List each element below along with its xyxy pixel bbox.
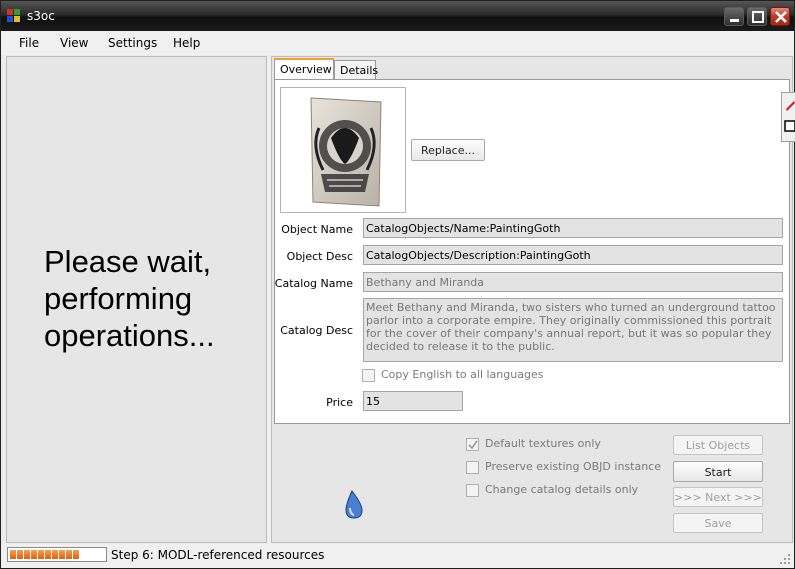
default-textures-checkbox[interactable] — [466, 438, 479, 451]
checkmark-icon — [468, 440, 478, 450]
object-thumbnail — [280, 87, 406, 213]
save-button[interactable]: Save — [673, 513, 763, 533]
resize-grip-icon[interactable] — [779, 553, 791, 565]
progress-segment — [31, 550, 37, 559]
app-icon — [7, 9, 21, 23]
options-area: Default textures only Preserve existing … — [274, 426, 790, 541]
start-button[interactable]: Start — [673, 461, 763, 482]
wait-message-line-3: operations... — [44, 318, 215, 353]
tab-details[interactable]: Details — [334, 60, 378, 79]
overview-panel: Replace... Object Name CatalogObjects/Na… — [274, 79, 790, 424]
preserve-objd-checkbox[interactable] — [466, 461, 479, 474]
progress-segment — [10, 550, 16, 559]
editor-pane: Overview Details Replace... Object Name … — [271, 56, 793, 543]
progress-segment — [45, 550, 51, 559]
wait-message-line-1: Please wait, — [44, 244, 212, 279]
pen-icon[interactable] — [782, 93, 795, 143]
menu-file[interactable]: File — [19, 36, 39, 50]
copy-english-option[interactable]: Copy English to all languages — [362, 368, 562, 383]
menu-settings[interactable]: Settings — [108, 36, 157, 50]
catalog-name-label: Catalog Name — [274, 277, 353, 290]
painting-thumbnail-image — [310, 97, 382, 207]
catalog-desc-label: Catalog Desc — [280, 324, 353, 337]
maximize-icon — [752, 11, 764, 23]
price-field[interactable]: 15 — [363, 391, 463, 411]
window-title: s3oc — [27, 9, 55, 23]
progress-segment — [17, 550, 23, 559]
progress-segment — [52, 550, 58, 559]
minimize-button[interactable] — [724, 7, 744, 26]
catalog-desc-field[interactable]: Meet Bethany and Miranda, two sisters wh… — [363, 298, 783, 362]
tab-overview[interactable]: Overview — [274, 58, 334, 79]
default-textures-label: Default textures only — [485, 437, 601, 450]
title-bar: s3oc — [1, 1, 794, 31]
preserve-objd-label: Preserve existing OBJD instance — [485, 460, 661, 473]
change-catalog-label: Change catalog details only — [485, 483, 639, 496]
status-bar: Step 6: MODL-referenced resources — [1, 544, 794, 568]
status-text: Step 6: MODL-referenced resources — [111, 548, 325, 562]
object-desc-field[interactable]: CatalogObjects/Description:PaintingGoth — [363, 245, 783, 265]
change-catalog-checkbox[interactable] — [466, 484, 479, 497]
progress-fill — [10, 550, 79, 559]
wait-message-line-2: performing — [44, 281, 193, 316]
replace-thumbnail-button[interactable]: Replace... — [411, 139, 485, 161]
next-button[interactable]: >>> Next >>> — [673, 487, 763, 507]
change-catalog-option[interactable]: Change catalog details only — [466, 483, 646, 498]
list-objects-button[interactable]: List Objects — [673, 435, 763, 455]
catalog-name-field[interactable]: Bethany and Miranda — [363, 272, 783, 292]
minimize-icon — [730, 19, 739, 22]
menu-bar: File View Settings Help — [1, 31, 794, 55]
object-name-label: Object Name — [281, 223, 353, 236]
preserve-objd-option[interactable]: Preserve existing OBJD instance — [466, 460, 666, 475]
menu-help[interactable]: Help — [173, 36, 200, 50]
close-icon — [775, 11, 787, 23]
close-button[interactable] — [770, 7, 790, 26]
object-desc-label: Object Desc — [286, 250, 353, 263]
app-window: s3oc File View Settings Help Please wait… — [0, 0, 795, 569]
price-label: Price — [326, 396, 353, 409]
wait-message: Please wait, performing operations... — [44, 243, 215, 354]
copy-english-checkbox[interactable] — [362, 369, 375, 382]
busy-cursor-icon — [345, 490, 363, 519]
copy-english-label: Copy English to all languages — [381, 368, 544, 381]
progress-segment — [73, 550, 79, 559]
object-name-field[interactable]: CatalogObjects/Name:PaintingGoth — [363, 218, 783, 238]
menu-view[interactable]: View — [60, 36, 88, 50]
progress-segment — [66, 550, 72, 559]
preview-pane: Please wait, performing operations... — [6, 56, 267, 543]
maximize-button[interactable] — [747, 7, 767, 26]
progress-segment — [24, 550, 30, 559]
progress-bar — [7, 547, 107, 562]
default-textures-option[interactable]: Default textures only — [466, 437, 646, 452]
progress-segment — [59, 550, 65, 559]
edge-toolbar — [781, 92, 795, 142]
progress-segment — [38, 550, 44, 559]
